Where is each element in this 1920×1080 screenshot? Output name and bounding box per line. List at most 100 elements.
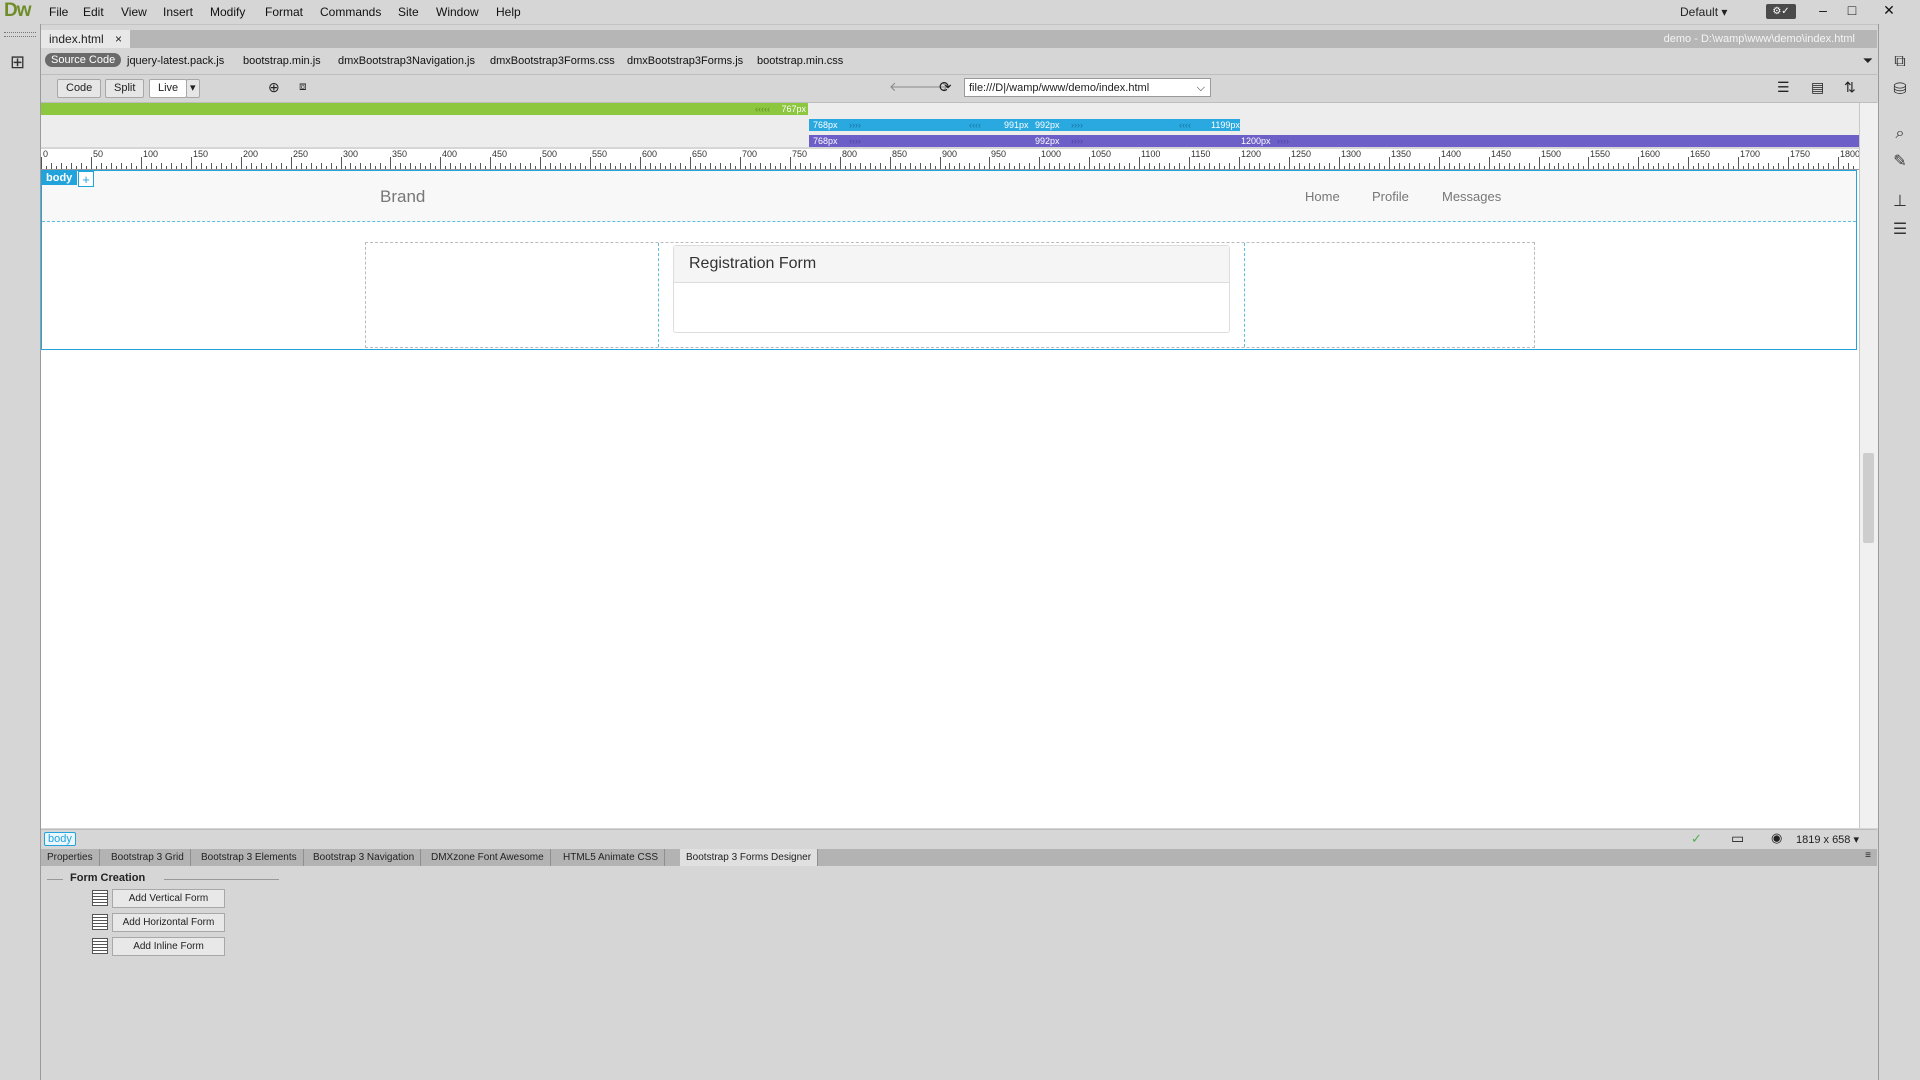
- tab-properties[interactable]: Properties: [41, 849, 100, 866]
- css-designer-icon[interactable]: ✎: [1890, 152, 1910, 172]
- ruler-tick: [655, 166, 656, 169]
- menu-window[interactable]: Window: [436, 5, 479, 19]
- registration-panel[interactable]: Registration Form: [673, 245, 1230, 333]
- ruler-tick: [1698, 163, 1699, 169]
- add-horizontal-form-button[interactable]: Add Horizontal Form: [112, 913, 225, 932]
- code-view-button[interactable]: Code: [57, 79, 102, 98]
- ruler-tick: [1419, 163, 1420, 169]
- add-element-plus-icon[interactable]: +: [78, 171, 94, 187]
- ruler-tick: [1823, 166, 1824, 169]
- ruler-tick: [725, 166, 726, 169]
- close-window-button[interactable]: ✕: [1878, 1, 1900, 21]
- page-view-icon[interactable]: ▤: [1811, 79, 1824, 96]
- tab-font-awesome[interactable]: DMXzone Font Awesome: [425, 849, 551, 866]
- body-element-tag[interactable]: body: [41, 171, 78, 185]
- no-errors-check-icon[interactable]: ✓: [1691, 831, 1702, 847]
- ruler-tick: [490, 157, 491, 169]
- related-file[interactable]: bootstrap.min.css: [757, 55, 843, 67]
- tab-bootstrap-navigation[interactable]: Bootstrap 3 Navigation: [307, 849, 422, 866]
- ruler-tick: [311, 163, 312, 169]
- nav-link-messages[interactable]: Messages: [1442, 189, 1501, 204]
- right-panel-strip: ⧉ ⛁ ⌕ ✎ ⊥ ☰: [1878, 24, 1920, 1080]
- ruler-tick: [585, 166, 586, 169]
- ruler-tick: [940, 157, 941, 169]
- visual-aids-icon[interactable]: ☰: [1777, 79, 1790, 96]
- grip-handle[interactable]: [4, 32, 36, 37]
- source-code-button[interactable]: Source Code: [45, 53, 122, 67]
- files-icon[interactable]: ☰: [1890, 220, 1910, 240]
- workspace-switcher[interactable]: Default ▾: [1680, 5, 1727, 19]
- mq-bar-max-767[interactable]: 767px ‹‹‹‹‹: [41, 103, 808, 115]
- related-file[interactable]: bootstrap.min.js: [243, 55, 321, 67]
- menu-insert[interactable]: Insert: [163, 5, 193, 19]
- menu-edit[interactable]: Edit: [83, 5, 104, 19]
- ruler-tick: [1084, 166, 1085, 169]
- ruler-tick: [1279, 163, 1280, 169]
- menu-modify[interactable]: Modify: [210, 5, 245, 19]
- assets-icon[interactable]: ⛁: [1890, 80, 1910, 100]
- nav-link-profile[interactable]: Profile: [1372, 189, 1409, 204]
- scrollbar-thumb[interactable]: [1863, 453, 1874, 543]
- ruler-tick: [575, 166, 576, 169]
- ruler-label: 850: [892, 149, 908, 159]
- menu-file[interactable]: File: [49, 5, 68, 19]
- add-inline-form-button[interactable]: Add Inline Form: [112, 937, 225, 956]
- tab-bootstrap-grid[interactable]: Bootstrap 3 Grid: [105, 849, 191, 866]
- live-view-button[interactable]: Live: [149, 79, 188, 98]
- split-view-button[interactable]: Split: [105, 79, 145, 98]
- mq-bar-min-widths[interactable]: 768px ›››› 992px ›››› 1200px ››››: [809, 135, 1859, 147]
- ruler-tick: [984, 166, 985, 169]
- url-dropdown-icon[interactable]: ⌵: [1197, 79, 1205, 98]
- related-file[interactable]: dmxBootstrap3Navigation.js: [338, 55, 475, 67]
- window-size-icon[interactable]: ▭: [1731, 830, 1744, 847]
- related-file[interactable]: dmxBootstrap3Forms.css: [490, 55, 615, 67]
- ruler-tick: [191, 157, 192, 169]
- tag-selector-body[interactable]: body: [44, 832, 76, 846]
- related-file[interactable]: dmxBootstrap3Forms.js: [627, 55, 743, 67]
- tab-bootstrap-elements[interactable]: Bootstrap 3 Elements: [195, 849, 304, 866]
- refresh-icon[interactable]: ⟳: [939, 78, 952, 96]
- bootstrap-navbar[interactable]: Brand Home Profile Messages: [42, 171, 1856, 222]
- ruler-tick: [281, 163, 282, 169]
- sync-settings-icon[interactable]: ⚙✓: [1766, 4, 1796, 19]
- ruler-tick: [1563, 166, 1564, 169]
- ruler-tick: [949, 163, 950, 169]
- insert-panel-icon[interactable]: ⧉: [1890, 52, 1910, 72]
- inspect-target-icon[interactable]: ⊕: [268, 79, 280, 96]
- menu-format[interactable]: Format: [265, 5, 303, 19]
- live-view-dropdown[interactable]: ▾: [186, 79, 200, 98]
- file-management-icon[interactable]: ⊞: [10, 52, 25, 73]
- vertical-scrollbar[interactable]: [1859, 103, 1878, 828]
- add-vertical-form-button[interactable]: Add Vertical Form: [112, 889, 225, 908]
- live-code-icon[interactable]: ⧈: [299, 79, 307, 94]
- menu-site[interactable]: Site: [398, 5, 419, 19]
- maximize-button[interactable]: □: [1841, 1, 1863, 21]
- tab-index-html[interactable]: index.html ×: [41, 30, 131, 48]
- mq-chevrons: ‹‹‹‹: [969, 120, 981, 130]
- preview-browser-icon[interactable]: ◉: [1771, 830, 1782, 846]
- menu-commands[interactable]: Commands: [320, 5, 381, 19]
- tab-animate-css[interactable]: HTML5 Animate CSS: [557, 849, 666, 866]
- mq-bar-768-1199[interactable]: 768px ›››› ‹‹‹‹ 991px 992px ›››› ‹‹‹‹ 11…: [809, 119, 1240, 131]
- navbar-brand[interactable]: Brand: [380, 187, 425, 207]
- sync-arrows-icon[interactable]: ⇅: [1844, 79, 1856, 96]
- ruler-tick: [855, 166, 856, 169]
- grid-column[interactable]: Registration Form: [658, 243, 1245, 347]
- ruler-tick: [1214, 166, 1215, 169]
- menu-help[interactable]: Help: [496, 5, 521, 19]
- dom-icon[interactable]: ⊥: [1890, 192, 1910, 212]
- panel-options-icon[interactable]: ≡: [1865, 850, 1871, 861]
- tab-close-icon[interactable]: ×: [115, 32, 122, 46]
- nav-link-home[interactable]: Home: [1305, 189, 1340, 204]
- minimize-button[interactable]: –: [1812, 1, 1834, 21]
- url-input[interactable]: file:///D|/wamp/www/demo/index.html ⌵: [964, 78, 1211, 97]
- viewport-dimensions[interactable]: 1819 x 658 ▾: [1796, 833, 1859, 846]
- ruler-tick: [989, 157, 990, 169]
- grid-row[interactable]: Registration Form: [365, 242, 1535, 348]
- menu-view[interactable]: View: [121, 5, 147, 19]
- inspect-icon[interactable]: ⌕: [1890, 124, 1910, 144]
- related-file[interactable]: jquery-latest.pack.js: [127, 55, 224, 67]
- tab-forms-designer[interactable]: Bootstrap 3 Forms Designer: [680, 849, 819, 866]
- filter-icon[interactable]: ⏷: [1863, 53, 1873, 69]
- design-view[interactable]: Brand Home Profile Messages Registration…: [41, 170, 1859, 828]
